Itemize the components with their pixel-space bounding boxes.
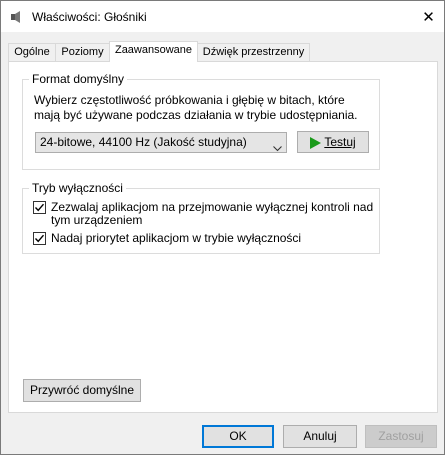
format-dropdown[interactable]: 24-bitowe, 44100 Hz (Jakość studyjna)	[35, 132, 287, 153]
play-icon	[310, 136, 322, 149]
exclusive-mode-group: Tryb wyłączności Zezwalaj aplikacjom na …	[22, 181, 380, 254]
tab-levels[interactable]: Poziomy	[55, 43, 110, 61]
properties-dialog: Właściwości: Głośniki ✕ Ogólne Poziomy Z…	[0, 0, 445, 455]
test-button[interactable]: Testuj	[297, 131, 369, 153]
restore-defaults-button[interactable]: Przywróć domyślne	[23, 379, 141, 402]
exclusive-mode-title: Tryb wyłączności	[29, 181, 126, 195]
exclusive-priority-label: Nadaj priorytet aplikacjom w trybie wyłą…	[51, 231, 302, 245]
restore-defaults-label: Przywróć domyślne	[29, 383, 135, 397]
test-button-label: Testuj	[324, 135, 356, 149]
tab-advanced[interactable]: Zaawansowane	[109, 41, 198, 62]
allow-exclusive-control-checkbox[interactable]	[33, 201, 46, 214]
speaker-properties-icon	[10, 10, 24, 24]
checkmark-icon	[34, 234, 45, 243]
checkmark-icon	[34, 203, 45, 212]
allow-exclusive-control-label-line2: tym urządzeniem	[51, 213, 143, 227]
apply-button[interactable]: Zastosuj	[365, 425, 437, 448]
close-icon: ✕	[422, 8, 435, 26]
cancel-button[interactable]: Anuluj	[283, 425, 357, 448]
tab-general[interactable]: Ogólne	[8, 43, 56, 61]
window-title: Właściwości: Głośniki	[32, 10, 147, 24]
default-format-title: Format domyślny	[29, 72, 128, 86]
format-dropdown-value: 24-bitowe, 44100 Hz (Jakość studyjna)	[40, 135, 247, 149]
exclusive-priority-checkbox[interactable]	[33, 232, 46, 245]
title-bar: Właściwości: Głośniki ✕	[1, 1, 444, 32]
tab-spatial-sound[interactable]: Dźwięk przestrzenny	[197, 43, 310, 61]
chevron-down-icon	[273, 139, 282, 152]
ok-button[interactable]: OK	[202, 425, 274, 448]
tab-panel-advanced: Format domyślny Wybierz częstotliwość pr…	[8, 61, 438, 413]
default-format-group: Format domyślny Wybierz częstotliwość pr…	[22, 72, 380, 170]
default-format-description: Wybierz częstotliwość próbkowania i głęb…	[34, 93, 358, 122]
close-button[interactable]: ✕	[413, 1, 444, 32]
